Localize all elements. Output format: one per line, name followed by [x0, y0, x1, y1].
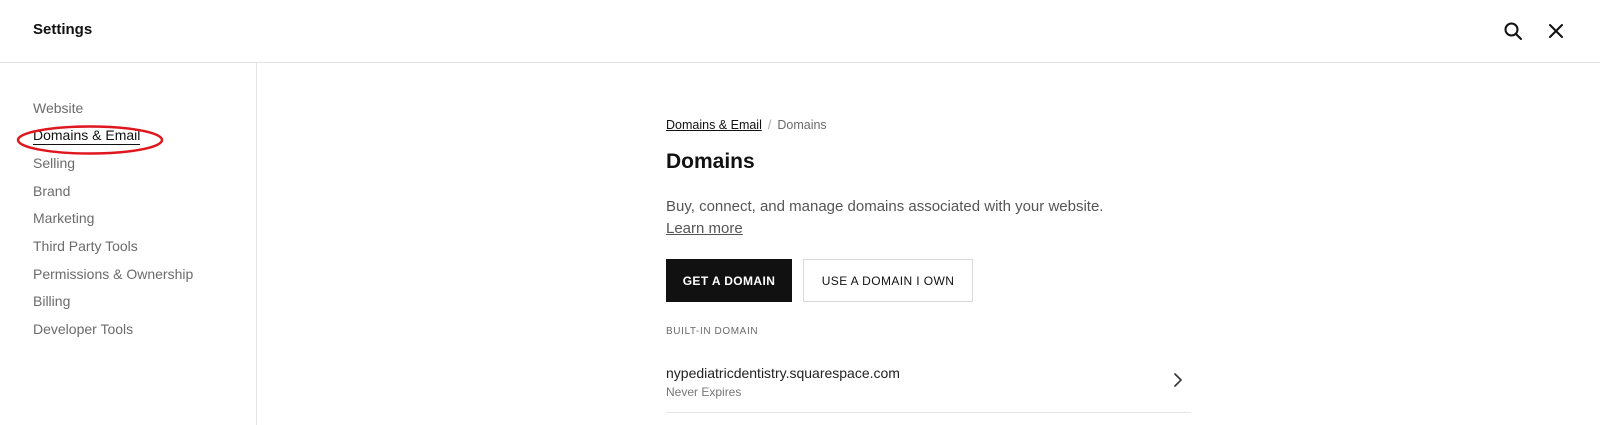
sidebar-item-third-party-tools[interactable]: Third Party Tools [33, 238, 138, 254]
sidebar-item-marketing[interactable]: Marketing [33, 210, 94, 226]
get-a-domain-button[interactable]: GET A DOMAIN [666, 259, 792, 302]
sidebar-item-domains-email[interactable]: Domains & Email [33, 127, 141, 145]
close-button[interactable] [1545, 20, 1567, 42]
breadcrumb-current: Domains [777, 118, 827, 132]
top-bar: Settings [0, 0, 1600, 63]
built-in-domain-row[interactable]: nypediatricdentistry.squarespace.com Nev… [666, 358, 1191, 413]
learn-more-link[interactable]: Learn more [666, 220, 743, 237]
built-in-domain-label: BUILT-IN DOMAIN [666, 326, 759, 337]
domain-name: nypediatricdentistry.squarespace.com [666, 365, 900, 381]
close-icon [1549, 24, 1563, 38]
breadcrumb: Domains & Email / Domains [666, 118, 827, 132]
use-a-domain-i-own-button[interactable]: USE A DOMAIN I OWN [803, 259, 973, 302]
sidebar-item-permissions-ownership[interactable]: Permissions & Ownership [33, 266, 193, 282]
sidebar-item-brand[interactable]: Brand [33, 183, 70, 199]
page-title: Domains [666, 150, 755, 173]
chevron-right-icon [1171, 373, 1185, 387]
breadcrumb-link-domains-email[interactable]: Domains & Email [666, 118, 762, 132]
sidebar-item-developer-tools[interactable]: Developer Tools [33, 321, 133, 337]
domain-expiry-status: Never Expires [666, 385, 742, 399]
sidebar-item-website[interactable]: Website [33, 100, 83, 116]
breadcrumb-separator: / [767, 118, 772, 132]
sidebar-nav: Website Domains & Email Selling Brand Ma… [0, 63, 257, 425]
page-header-title: Settings [33, 21, 93, 38]
sidebar-item-selling[interactable]: Selling [33, 155, 75, 171]
search-button[interactable] [1502, 20, 1524, 42]
page-description: Buy, connect, and manage domains associa… [666, 198, 1104, 215]
search-icon [1504, 22, 1522, 40]
sidebar-item-billing[interactable]: Billing [33, 293, 70, 309]
